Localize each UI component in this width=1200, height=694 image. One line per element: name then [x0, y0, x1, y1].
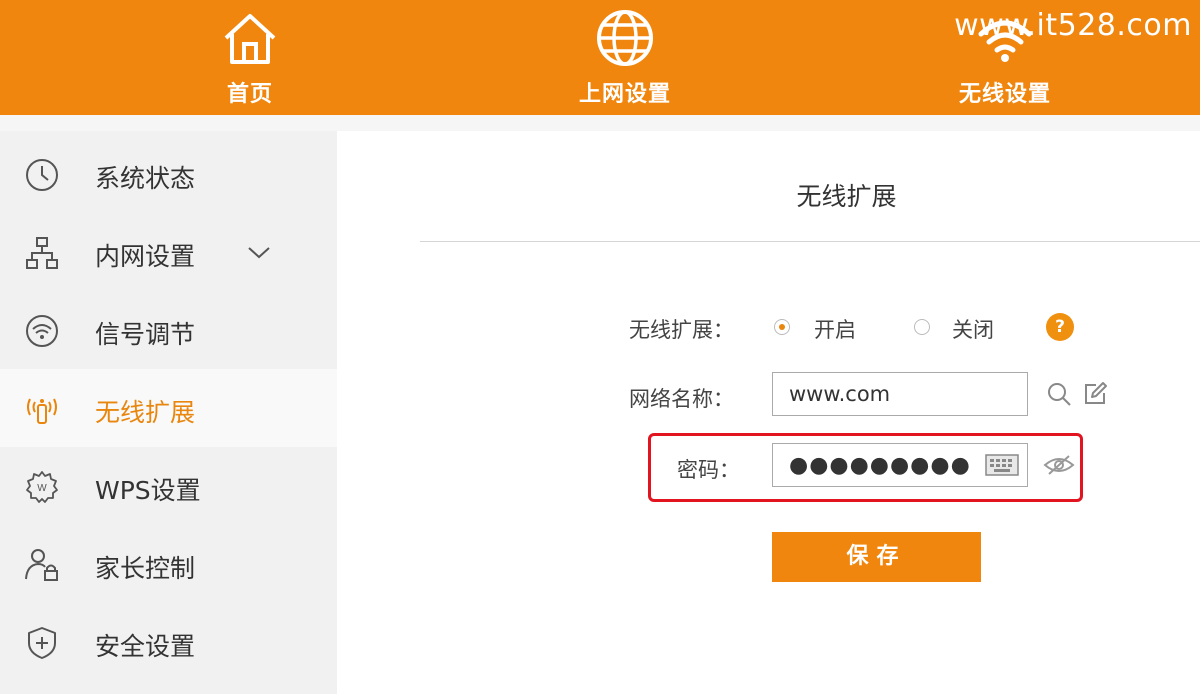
sidebar-item-label: 内网设置	[95, 242, 196, 271]
ssid-input[interactable]: www.com	[772, 372, 1028, 416]
main-panel: 无线扩展 无线扩展： 开启 关闭 ? 网络名称： www.com 密码： ●●●…	[337, 131, 1200, 694]
page-title: 无线扩展	[337, 177, 1200, 213]
nav-wireless-label: 无线设置	[958, 82, 1051, 107]
nav-internet-settings[interactable]: 上网设置	[560, 8, 690, 108]
sidebar-item-parental-control[interactable]: 家长控制	[0, 525, 337, 603]
nav-internet-label: 上网设置	[578, 82, 671, 107]
radio-off-label[interactable]: 关闭	[952, 314, 994, 344]
help-icon[interactable]: ?	[1046, 313, 1074, 341]
shield-icon	[28, 627, 56, 659]
parent-lock-icon	[25, 549, 58, 581]
svg-text:W: W	[37, 483, 47, 494]
save-button[interactable]: 保存	[772, 532, 981, 582]
sidebar-item-system-status[interactable]: 系统状态	[0, 135, 337, 213]
sidebar-item-label: 家长控制	[95, 554, 196, 583]
radio-on[interactable]	[774, 319, 790, 335]
network-icon	[26, 237, 58, 269]
nav-home[interactable]: 首页	[205, 8, 295, 108]
antenna-icon	[27, 398, 57, 424]
top-navigation-bar: 首页 上网设置 无线设置 www.it528.com	[0, 0, 1200, 115]
keyboard-icon[interactable]	[985, 454, 1019, 476]
globe-icon	[597, 10, 653, 66]
wps-gear-icon: W	[26, 471, 58, 503]
radio-off[interactable]	[914, 319, 930, 335]
sidebar: 系统状态 内网设置 信号调节 无线扩展 W WPS设置 家长控制 安全设置	[0, 131, 337, 694]
home-icon	[224, 14, 276, 64]
radio-on-label[interactable]: 开启	[814, 314, 856, 344]
clock-icon	[26, 159, 58, 191]
sidebar-item-wireless-extension[interactable]: 无线扩展	[0, 369, 337, 447]
eye-hidden-icon[interactable]	[1043, 454, 1075, 476]
password-input[interactable]: ●●●●●●●●●	[772, 443, 1028, 487]
sidebar-item-wps-settings[interactable]: W WPS设置	[0, 447, 337, 525]
page-title-text: 无线扩展	[796, 182, 897, 211]
password-value: ●●●●●●●●●	[789, 453, 971, 478]
ssid-label: 网络名称：	[629, 387, 734, 411]
header-divider	[0, 115, 1200, 131]
sidebar-item-label: 系统状态	[95, 164, 196, 193]
nav-home-label: 首页	[226, 82, 273, 107]
password-label: 密码：	[677, 458, 740, 482]
signal-icon	[26, 315, 58, 347]
search-icon[interactable]	[1046, 381, 1072, 407]
extension-label: 无线扩展：	[629, 318, 734, 342]
chevron-down-icon[interactable]	[246, 245, 272, 261]
sidebar-item-label: 安全设置	[95, 632, 196, 661]
sidebar-item-label: 无线扩展	[95, 398, 196, 427]
sidebar-item-security-settings[interactable]: 安全设置	[0, 603, 337, 681]
site-watermark: www.it528.com	[954, 8, 1192, 43]
title-divider	[420, 241, 1200, 242]
sidebar-item-lan-settings[interactable]: 内网设置	[0, 213, 337, 291]
sidebar-item-label: WPS设置	[95, 476, 201, 505]
edit-icon[interactable]	[1082, 381, 1108, 407]
sidebar-item-signal-adjust[interactable]: 信号调节	[0, 291, 337, 369]
sidebar-item-label: 信号调节	[95, 320, 196, 349]
